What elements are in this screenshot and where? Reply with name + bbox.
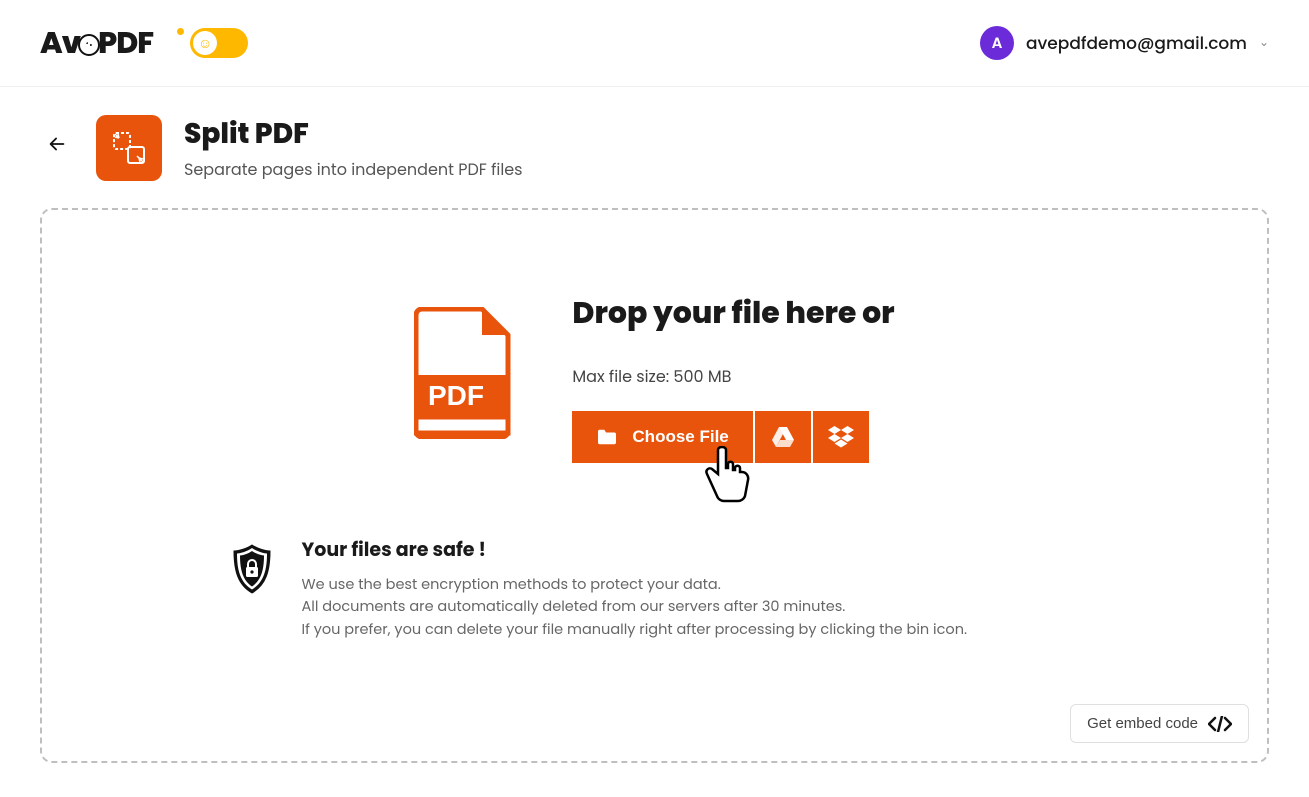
page-subtitle: Separate pages into independent PDF file…	[184, 157, 523, 182]
safety-info: Your files are safe ! We use the best en…	[220, 535, 1090, 641]
dropbox-icon	[828, 426, 854, 448]
smile-icon: ☺	[198, 33, 212, 54]
choose-file-label: Choose File	[632, 427, 728, 447]
header-left: Av PDF ☺	[40, 20, 248, 66]
safety-heading: Your files are safe !	[302, 535, 968, 564]
chevron-down-icon: ⌄	[1259, 34, 1269, 52]
choose-file-button[interactable]: Choose File	[572, 411, 752, 463]
safety-line-3: If you prefer, you can delete your file …	[302, 619, 968, 641]
drop-actions: Drop your file here or Max file size: 50…	[572, 290, 894, 463]
drop-heading: Drop your file here or	[572, 290, 894, 336]
app-header: Av PDF ☺ A avepdfdemo@gmail.com ⌄	[0, 0, 1309, 87]
theme-toggle-wrap: ☺	[177, 28, 248, 59]
page-title: Split PDF	[184, 113, 523, 155]
pdf-file-icon: PDF	[414, 307, 516, 446]
dropbox-button[interactable]	[813, 411, 869, 463]
max-file-size: Max file size: 500 MB	[572, 364, 894, 389]
get-embed-code-button[interactable]: Get embed code	[1070, 704, 1249, 743]
page-title-block: Split PDF Separate pages into independen…	[184, 113, 523, 182]
safety-line-2: All documents are automatically deleted …	[302, 596, 968, 618]
logo-text-post: PDF	[98, 20, 153, 66]
logo[interactable]: Av PDF	[40, 20, 153, 66]
toggle-indicator-dot	[177, 28, 184, 35]
folder-icon	[596, 428, 618, 446]
avatar: A	[980, 26, 1014, 60]
toggle-knob: ☺	[193, 31, 217, 55]
file-dropzone[interactable]: PDF Drop your file here or Max file size…	[40, 208, 1269, 763]
safety-line-1: We use the best encryption methods to pr…	[302, 574, 968, 596]
code-icon	[1208, 716, 1232, 732]
split-pdf-icon	[96, 115, 162, 181]
drop-main: PDF Drop your file here or Max file size…	[82, 290, 1227, 463]
avatar-initial: A	[992, 32, 1003, 55]
user-menu[interactable]: A avepdfdemo@gmail.com ⌄	[980, 26, 1269, 60]
logo-text-pre: Av	[40, 20, 80, 66]
globe-icon	[78, 34, 100, 56]
google-drive-button[interactable]	[755, 411, 811, 463]
upload-button-row: Choose File	[572, 411, 894, 463]
shield-lock-icon	[230, 543, 274, 602]
user-email: avepdfdemo@gmail.com	[1026, 30, 1247, 56]
page-header: Split PDF Separate pages into independen…	[0, 87, 1309, 200]
safety-text: Your files are safe ! We use the best en…	[302, 535, 968, 641]
back-button[interactable]	[40, 125, 74, 170]
embed-label: Get embed code	[1087, 715, 1198, 732]
svg-text:PDF: PDF	[428, 380, 484, 411]
arrow-left-icon	[46, 133, 68, 155]
theme-toggle[interactable]: ☺	[190, 28, 248, 58]
google-drive-icon	[771, 426, 795, 448]
